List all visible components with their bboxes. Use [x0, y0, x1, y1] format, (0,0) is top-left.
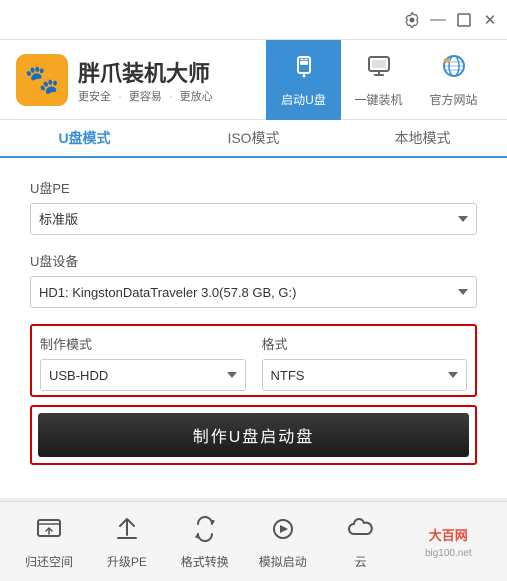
app-name: 胖爪装机大师 [78, 56, 213, 88]
pe-select[interactable]: 标准版 [30, 203, 477, 235]
title-bar: — ✕ [0, 0, 507, 40]
format-group: 格式 NTFS FAT32 exFAT [262, 334, 468, 391]
format-label: 格式转换 [181, 553, 229, 570]
simulate-icon [268, 514, 298, 549]
nav-usb-label: 启动U盘 [281, 91, 326, 108]
ie-icon [440, 52, 468, 87]
tab-iso-mode[interactable]: ISO模式 [169, 120, 338, 158]
usb-icon [290, 52, 318, 87]
nav-website-label: 官方网站 [429, 91, 477, 108]
mode-select[interactable]: USB-HDD USB-ZIP USB-FDD [40, 359, 246, 391]
toolbar-upgrade[interactable]: 升级PE [88, 514, 166, 570]
brand-url: big100.net [425, 548, 472, 559]
cloud-label: 云 [355, 553, 367, 570]
toolbar-cloud[interactable]: 云 [322, 514, 400, 570]
minimize-button[interactable]: — [429, 11, 447, 29]
toolbar-restore[interactable]: 归还空间 [10, 514, 88, 570]
tab-usb-mode[interactable]: U盘模式 [0, 120, 169, 158]
device-label: U盘设备 [30, 251, 477, 270]
format-label: 格式 [262, 334, 468, 353]
tab-local-mode[interactable]: 本地模式 [338, 120, 507, 158]
maximize-button[interactable] [455, 11, 473, 29]
app-subtitle: 更安全 · 更容易 · 更放心 [78, 88, 213, 104]
toolbar-brand: 大百网 big100.net [400, 525, 497, 559]
create-button[interactable]: 制作U盘启动盘 [38, 413, 469, 457]
device-group: U盘设备 HD1: KingstonDataTraveler 3.0(57.8 … [30, 251, 477, 308]
nav-item-onekey[interactable]: 一键装机 [341, 40, 416, 120]
upgrade-icon [112, 514, 142, 549]
restore-label: 归还空间 [25, 553, 73, 570]
toolbar-simulate[interactable]: 模拟启动 [244, 514, 322, 570]
format-select[interactable]: NTFS FAT32 exFAT [262, 359, 468, 391]
close-button[interactable]: ✕ [481, 11, 499, 29]
upgrade-label: 升级PE [107, 553, 147, 570]
logo-area: 🐾 胖爪装机大师 更安全 · 更容易 · 更放心 [16, 54, 266, 106]
pe-group: U盘PE 标准版 [30, 178, 477, 235]
simulate-label: 模拟启动 [259, 553, 307, 570]
device-select[interactable]: HD1: KingstonDataTraveler 3.0(57.8 GB, G… [30, 276, 477, 308]
mode-label: 制作模式 [40, 334, 246, 353]
brand-logo: 大百网 [429, 525, 468, 544]
restore-icon [34, 514, 64, 549]
mode-format-row: 制作模式 USB-HDD USB-ZIP USB-FDD 格式 NTFS FAT… [40, 334, 467, 391]
main-content: U盘PE 标准版 U盘设备 HD1: KingstonDataTraveler … [0, 158, 507, 498]
tab-bar: U盘模式 ISO模式 本地模式 [0, 120, 507, 158]
toolbar-format[interactable]: 格式转换 [166, 514, 244, 570]
app-header: 🐾 胖爪装机大师 更安全 · 更容易 · 更放心 启动U盘 [0, 40, 507, 120]
title-bar-controls: — ✕ [403, 11, 499, 29]
nav-onekey-label: 一键装机 [354, 91, 402, 108]
mode-format-box: 制作模式 USB-HDD USB-ZIP USB-FDD 格式 NTFS FAT… [30, 324, 477, 397]
settings-button[interactable] [403, 11, 421, 29]
mode-group: 制作模式 USB-HDD USB-ZIP USB-FDD [40, 334, 246, 391]
bottom-toolbar: 归还空间 升级PE 格式转换 [0, 501, 507, 581]
pe-label: U盘PE [30, 178, 477, 197]
logo-text: 胖爪装机大师 更安全 · 更容易 · 更放心 [78, 56, 213, 104]
nav-icons: 启动U盘 一键装机 官方网站 [266, 40, 491, 120]
nav-item-usb[interactable]: 启动U盘 [266, 40, 341, 120]
monitor-icon [365, 52, 393, 87]
create-btn-wrapper: 制作U盘启动盘 [30, 405, 477, 465]
cloud-icon [346, 514, 376, 549]
format-icon [190, 514, 220, 549]
nav-item-website[interactable]: 官方网站 [416, 40, 491, 120]
logo-icon: 🐾 [16, 54, 68, 106]
